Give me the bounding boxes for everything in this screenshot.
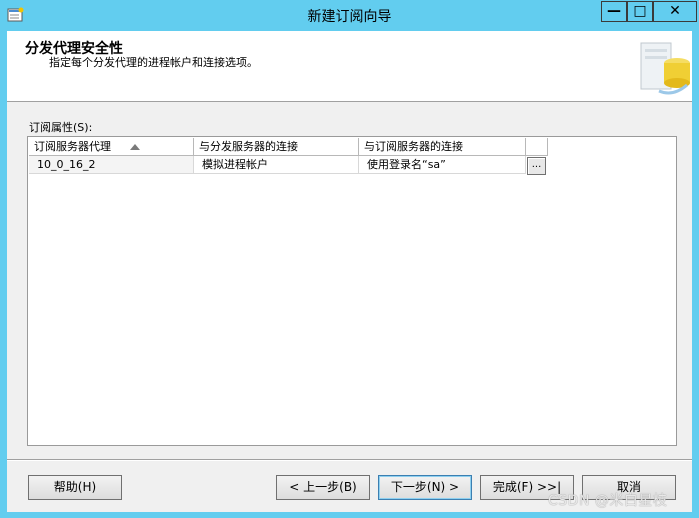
maximize-icon: □ xyxy=(633,3,647,19)
database-wizard-icon xyxy=(639,37,691,97)
subscription-properties-grid: 订阅服务器代理 与分发服务器的连接 与订阅服务器的连接 10_0_16_2 模拟… xyxy=(27,136,677,446)
wizard-window: 新建订阅向导 — □ ✕ 分发代理安全性 指定每个分发代理的进程帐户和连接选项。 xyxy=(0,0,699,518)
close-button[interactable]: ✕ xyxy=(653,1,697,22)
previous-button[interactable]: < 上一步(B) xyxy=(276,475,370,500)
column-header-button xyxy=(526,138,548,156)
wizard-client-area: 分发代理安全性 指定每个分发代理的进程帐户和连接选项。 订阅属性(S): 订阅服… xyxy=(7,31,692,512)
help-button[interactable]: 帮助(H) xyxy=(28,475,122,500)
column-header-label: 与分发服务器的连接 xyxy=(199,140,298,153)
close-icon: ✕ xyxy=(669,3,681,19)
column-header-agent[interactable]: 订阅服务器代理 xyxy=(29,138,194,156)
minimize-icon: — xyxy=(607,3,621,19)
column-header-distributor-connection[interactable]: 与分发服务器的连接 xyxy=(194,138,359,156)
row-distributor-connection-cell[interactable]: 模拟进程帐户 xyxy=(194,156,359,174)
column-header-label: 与订阅服务器的连接 xyxy=(364,140,463,153)
wizard-header: 分发代理安全性 指定每个分发代理的进程帐户和连接选项。 xyxy=(7,31,692,102)
row-agent-cell[interactable]: 10_0_16_2 xyxy=(29,156,194,174)
column-header-label: 订阅服务器代理 xyxy=(34,140,111,153)
edit-security-ellipsis-button[interactable]: ... xyxy=(527,157,546,175)
maximize-button[interactable]: □ xyxy=(627,1,653,22)
window-title: 新建订阅向导 xyxy=(307,9,392,25)
page-subtitle: 指定每个分发代理的进程帐户和连接选项。 xyxy=(49,56,258,69)
row-subscriber-connection-cell[interactable]: 使用登录名“sa” xyxy=(359,156,526,174)
footer-separator xyxy=(7,459,692,461)
title-bar[interactable]: 新建订阅向导 — □ ✕ xyxy=(0,0,699,32)
sort-ascending-icon xyxy=(130,144,140,150)
minimize-button[interactable]: — xyxy=(601,1,627,22)
next-button[interactable]: 下一步(N) > xyxy=(378,475,472,500)
column-header-subscriber-connection[interactable]: 与订阅服务器的连接 xyxy=(359,138,526,156)
subscription-properties-label: 订阅属性(S): xyxy=(29,121,93,134)
watermark-text: CSDN @米白星枝 xyxy=(548,493,668,509)
